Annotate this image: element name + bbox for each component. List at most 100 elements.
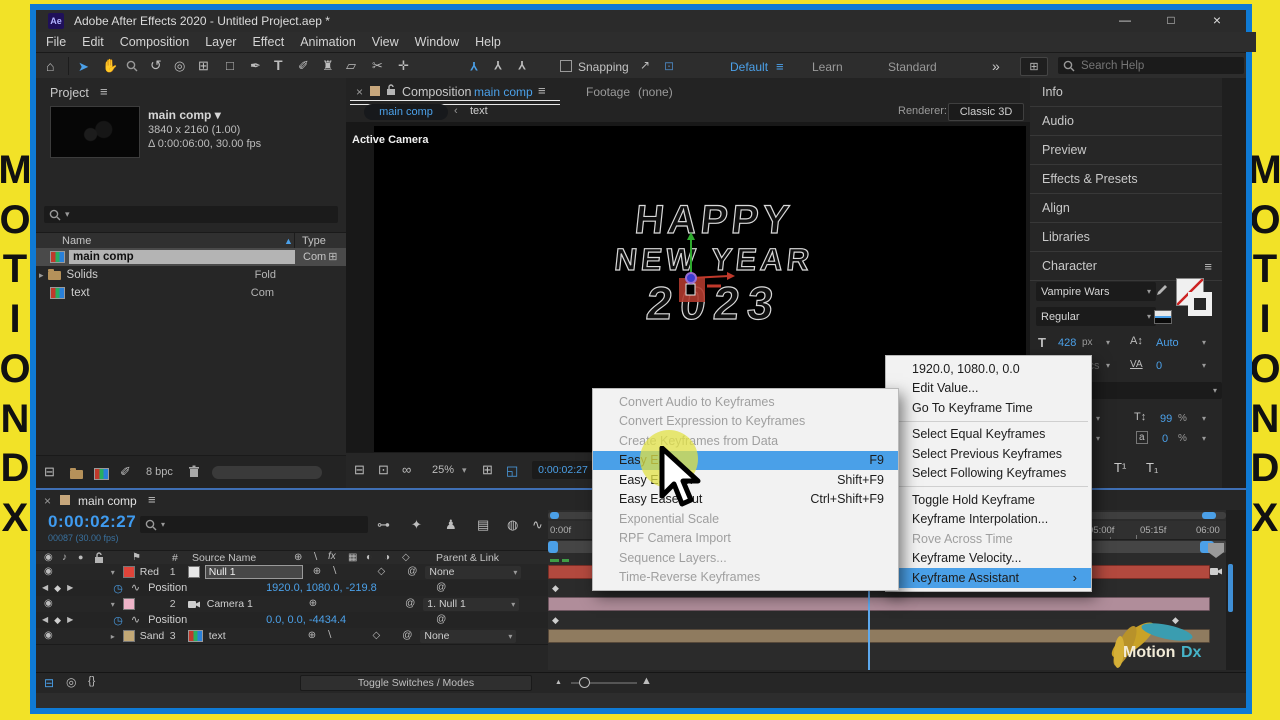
parent-select[interactable]: 1. Null 1 ▾: [423, 597, 520, 611]
scrollbar-right-cap[interactable]: [1202, 512, 1216, 519]
keyframe-diamond[interactable]: ◆: [552, 616, 559, 625]
close-tab-icon[interactable]: ×: [356, 85, 363, 99]
next-keyframe-icon[interactable]: ▶: [67, 616, 73, 624]
font-size-value[interactable]: 428: [1058, 337, 1076, 349]
menu-item-exponential-scale[interactable]: Exponential Scale: [593, 509, 898, 529]
comp-flowchart-icon[interactable]: ⊶: [377, 518, 390, 531]
project-tab[interactable]: Project: [50, 86, 89, 100]
menu-window[interactable]: Window: [415, 35, 459, 49]
snapping-checkbox[interactable]: [560, 60, 572, 72]
zoom-in-mountain-icon[interactable]: ▲: [641, 676, 652, 687]
layer-source-name[interactable]: Null 1: [204, 565, 303, 579]
menu-animation[interactable]: Animation: [300, 35, 356, 49]
workspace-standard[interactable]: Standard: [888, 60, 937, 74]
layer-source-name[interactable]: text: [209, 630, 298, 642]
character-panel-menu-icon[interactable]: ≡: [1204, 260, 1212, 273]
pink-layer-bar[interactable]: [548, 597, 1210, 611]
pickwhip-icon[interactable]: @: [436, 615, 446, 625]
chevron-down-icon[interactable]: ▾: [1202, 434, 1206, 443]
project-search-box[interactable]: ▾: [44, 206, 338, 223]
composition-tab-label[interactable]: Composition: [402, 85, 471, 99]
quality-switch-icon[interactable]: ∖: [331, 567, 337, 577]
shy-layers-icon[interactable]: ♟: [445, 518, 457, 531]
prev-keyframe-icon[interactable]: ◀: [42, 584, 48, 592]
chevron-down-icon[interactable]: ▾: [1202, 361, 1206, 370]
type-tool-icon[interactable]: T: [274, 58, 283, 72]
motion-blur-icon[interactable]: ◍: [507, 518, 518, 531]
pickwhip-icon[interactable]: @: [407, 567, 417, 577]
chevron-down-icon[interactable]: ▾: [215, 108, 221, 122]
quality-switch-icon[interactable]: ∖: [326, 631, 332, 641]
keyframe-toggle-icon[interactable]: ◆: [54, 615, 61, 625]
timeline-v-scrollbar[interactable]: [1228, 564, 1233, 612]
menu-item-time-reverse-keyframes[interactable]: Time-Reverse Keyframes: [593, 568, 898, 588]
maximize-button[interactable]: □: [1154, 13, 1188, 27]
keyframe-diamond[interactable]: ◆: [552, 584, 559, 593]
type-column-header[interactable]: Type: [302, 235, 326, 247]
frame-blend-icon[interactable]: ▤: [477, 518, 489, 531]
current-timecode[interactable]: 0:00:02:27: [48, 512, 136, 532]
workspace-settings-icon[interactable]: ⊞: [1020, 57, 1048, 76]
brush-tool-icon[interactable]: ✐: [298, 59, 309, 72]
layer-row-red[interactable]: ◉ ▾ Red 1 Null 1 ⊕ ∖ ◇ @ None ▾: [36, 564, 548, 581]
menu-effect[interactable]: Effect: [252, 35, 284, 49]
anchor-switch-icon[interactable]: ⊕: [313, 567, 321, 577]
expand-in-out-icon[interactable]: ◎: [66, 676, 76, 688]
camera-tool-icon[interactable]: ◎: [174, 59, 185, 72]
sort-ascending-icon[interactable]: ▲: [284, 236, 293, 246]
menu-item-keyframe-assistant[interactable]: Keyframe Assistant ›: [886, 568, 1091, 588]
view-layout-icon[interactable]: ∞: [402, 463, 411, 476]
panel-align[interactable]: Align: [1030, 194, 1222, 223]
interpret-footage-icon[interactable]: ⊟: [44, 465, 55, 478]
menu-item-select-following-keyframes[interactable]: Select Following Keyframes: [886, 464, 1091, 484]
tracking-value[interactable]: 0: [1156, 360, 1162, 372]
chevron-down-icon[interactable]: ▾: [111, 568, 115, 577]
menu-item-keyframe-value[interactable]: 1920.0, 1080.0, 0.0: [886, 359, 1091, 379]
menu-item-convert-expression-to-keyframes[interactable]: Convert Expression to Keyframes: [593, 412, 898, 432]
project-row-text[interactable]: text Com: [36, 284, 346, 302]
menu-item-convert-audio-to-keyframes[interactable]: Convert Audio to Keyframes: [593, 392, 898, 412]
eye-icon[interactable]: ◉: [44, 567, 53, 577]
menu-view[interactable]: View: [372, 35, 399, 49]
workspace-menu-icon[interactable]: ≡: [776, 59, 784, 74]
menu-item-toggle-hold-keyframe[interactable]: Toggle Hold Keyframe: [886, 490, 1091, 510]
menu-item-edit-value[interactable]: Edit Value...: [886, 379, 1091, 399]
snap-arrow-icon[interactable]: ↗: [640, 59, 650, 71]
monitor-icon[interactable]: ⊡: [378, 463, 389, 476]
new-folder-icon[interactable]: [70, 468, 83, 479]
always-preview-icon[interactable]: ⊟: [354, 463, 365, 476]
property-name[interactable]: Position: [148, 614, 266, 626]
menu-item-sequence-layers[interactable]: Sequence Layers...: [593, 548, 898, 568]
menu-layer[interactable]: Layer: [205, 35, 236, 49]
chevron-down-icon[interactable]: ▾: [111, 600, 115, 609]
parent-link-column-header[interactable]: Parent & Link: [436, 552, 499, 564]
layer-color-swatch[interactable]: [122, 630, 135, 642]
eye-icon[interactable]: ◉: [44, 599, 53, 609]
pen-tool-icon[interactable]: ✒: [250, 59, 261, 72]
selection-tool-icon[interactable]: ➤: [78, 59, 89, 75]
expand-parent-icon[interactable]: {}: [88, 676, 95, 687]
composition-tab-comp-name[interactable]: main comp: [474, 85, 533, 99]
menu-item-easy-ease-in[interactable]: Easy Ease In Shift+F9: [593, 470, 898, 490]
roto-brush-tool-icon[interactable]: ✂: [372, 59, 383, 72]
stroke-color-swatch[interactable]: [1188, 292, 1212, 316]
menu-item-keyframe-velocity[interactable]: Keyframe Velocity...: [886, 549, 1091, 569]
trash-icon[interactable]: [188, 465, 200, 478]
chevron-right-icon[interactable]: ▸: [111, 632, 115, 641]
menu-composition[interactable]: Composition: [120, 35, 189, 49]
rotate-tool-icon[interactable]: ↺: [150, 58, 162, 72]
pan-behind-tool-icon[interactable]: ⊞: [198, 59, 209, 72]
project-item-name[interactable]: main comp: [69, 250, 295, 264]
property-row-pink-position[interactable]: ◀ ◆ ▶ ◷ ∿ Position 0.0, 0.0, -4434.4 @: [36, 612, 548, 629]
parent-select[interactable]: None ▾: [425, 565, 522, 579]
eye-icon[interactable]: ◉: [44, 631, 53, 641]
bit-depth-label[interactable]: 8 bpc: [146, 466, 173, 478]
panel-effects-presets[interactable]: Effects & Presets: [1030, 165, 1222, 194]
local-axis-mode-icon[interactable]: Y: [470, 59, 478, 73]
active-camera-label[interactable]: Active Camera: [352, 134, 428, 146]
close-button[interactable]: ×: [1200, 12, 1234, 28]
property-value[interactable]: 1920.0, 1080.0, -219.8: [266, 582, 436, 594]
graph-editor-icon[interactable]: ∿: [532, 518, 543, 531]
chevron-down-icon[interactable]: ▾: [1106, 361, 1110, 370]
project-item-name[interactable]: Solids: [67, 269, 98, 281]
